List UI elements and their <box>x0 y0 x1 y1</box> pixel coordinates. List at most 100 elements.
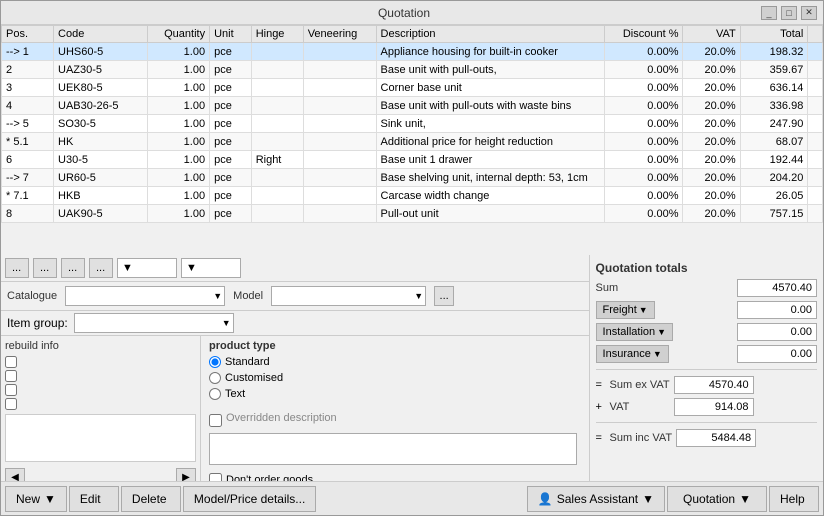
col-header-qty: Quantity <box>147 26 209 43</box>
sum-row: Sum 4570.40 <box>596 279 817 297</box>
item-group-select[interactable]: ▼ <box>74 313 234 333</box>
new-button[interactable]: New ▼ <box>5 486 67 512</box>
maximize-button[interactable]: □ <box>781 6 797 20</box>
rebuild-checkbox-2[interactable] <box>5 370 17 382</box>
rebuild-next-button[interactable]: ▶ <box>176 468 196 481</box>
rebuild-checkboxes <box>5 356 196 410</box>
col-header-veneer: Veneering <box>303 26 376 43</box>
cell-code: UR60-5 <box>54 169 148 187</box>
radio-standard-row: Standard <box>209 356 581 368</box>
toolbar-btn-1[interactable]: ... <box>5 258 29 278</box>
item-group-dropdown[interactable] <box>75 314 233 332</box>
cell-vat: 20.0% <box>683 43 740 61</box>
minimize-button[interactable]: _ <box>761 6 777 20</box>
sum-value: 4570.40 <box>737 279 817 297</box>
dont-order-label: Don't order goods <box>226 474 313 482</box>
right-panel: Quotation totals Sum 4570.40 Freight ▼ 0… <box>590 255 823 481</box>
cell-veneer <box>303 205 376 223</box>
cell-pos: * 5.1 <box>2 133 54 151</box>
table-row[interactable]: --> 7 UR60-5 1.00 pce Base shelving unit… <box>2 169 823 187</box>
cell-desc: Sink unit, <box>376 115 605 133</box>
col-header-hinge: Hinge <box>251 26 303 43</box>
cell-pad <box>808 187 823 205</box>
cell-qty: 1.00 <box>147 115 209 133</box>
cell-hinge <box>251 187 303 205</box>
rebuild-checkbox-1[interactable] <box>5 356 17 368</box>
toolbar-btn-3[interactable]: ... <box>61 258 85 278</box>
sales-assistant-button[interactable]: 👤 Sales Assistant ▼ <box>527 486 665 512</box>
cell-disc: 0.00% <box>605 151 683 169</box>
model-label: Model <box>233 290 263 302</box>
cell-total: 757.15 <box>740 205 808 223</box>
cell-code: U30-5 <box>54 151 148 169</box>
cell-disc: 0.00% <box>605 205 683 223</box>
insurance-value: 0.00 <box>737 345 817 363</box>
table-row[interactable]: --> 5 SO30-5 1.00 pce Sink unit, 0.00% 2… <box>2 115 823 133</box>
sum-ex-vat-value: 4570.40 <box>674 376 754 394</box>
rebuild-checkbox-3[interactable] <box>5 384 17 396</box>
quotation-button[interactable]: Quotation ▼ <box>667 486 767 512</box>
table-row[interactable]: * 5.1 HK 1.00 pce Additional price for h… <box>2 133 823 151</box>
table-row[interactable]: 2 UAZ30-5 1.00 pce Base unit with pull-o… <box>2 61 823 79</box>
overridden-textarea[interactable] <box>209 433 577 465</box>
edit-button[interactable]: Edit <box>69 486 119 512</box>
cell-pad <box>808 43 823 61</box>
quotation-table: Pos. Code Quantity Unit Hinge Veneering … <box>1 25 823 223</box>
table-row[interactable]: --> 1 UHS60-5 1.00 pce Appliance housing… <box>2 43 823 61</box>
model-dropdown[interactable] <box>272 287 425 305</box>
cell-qty: 1.00 <box>147 79 209 97</box>
table-row[interactable]: 4 UAB30-26-5 1.00 pce Base unit with pul… <box>2 97 823 115</box>
cell-pos: --> 1 <box>2 43 54 61</box>
cell-pos: 4 <box>2 97 54 115</box>
overridden-checkbox[interactable] <box>209 414 222 427</box>
cell-unit: pce <box>210 133 252 151</box>
help-button[interactable]: Help <box>769 486 819 512</box>
insurance-row: Insurance ▼ 0.00 <box>596 345 817 363</box>
table-row[interactable]: 3 UEK80-5 1.00 pce Corner base unit 0.00… <box>2 79 823 97</box>
radio-customised[interactable] <box>209 372 221 384</box>
cell-disc: 0.00% <box>605 169 683 187</box>
catalogue-dropdown[interactable] <box>66 287 224 305</box>
delete-button[interactable]: Delete <box>121 486 181 512</box>
table-row[interactable]: 8 UAK90-5 1.00 pce Pull-out unit 0.00% 2… <box>2 205 823 223</box>
left-panel: ... ... ... ... ▼ ▼ Catalogue <box>1 255 590 481</box>
sum-ex-vat-row: = Sum ex VAT 4570.40 <box>596 376 817 394</box>
catalogue-label: Catalogue <box>7 290 57 302</box>
rebuild-checkbox-4[interactable] <box>5 398 17 410</box>
model-ellipsis-button[interactable]: ... <box>434 286 454 306</box>
close-button[interactable]: ✕ <box>801 6 817 20</box>
dont-order-checkbox[interactable] <box>209 473 222 481</box>
cell-hinge <box>251 169 303 187</box>
cell-pad <box>808 97 823 115</box>
model-price-button[interactable]: Model/Price details... <box>183 486 316 512</box>
cell-vat: 20.0% <box>683 97 740 115</box>
model-select[interactable]: ▼ <box>271 286 426 306</box>
freight-button[interactable]: Freight ▼ <box>596 301 655 319</box>
radio-text[interactable] <box>209 388 221 400</box>
cell-qty: 1.00 <box>147 61 209 79</box>
catalogue-select[interactable]: ▼ <box>65 286 225 306</box>
cell-pos: * 7.1 <box>2 187 54 205</box>
toolbar-btn-4[interactable]: ... <box>89 258 113 278</box>
col-header-code: Code <box>54 26 148 43</box>
radio-standard[interactable] <box>209 356 221 368</box>
insurance-button[interactable]: Insurance ▼ <box>596 345 669 363</box>
cell-unit: pce <box>210 61 252 79</box>
installation-button[interactable]: Installation ▼ <box>596 323 674 341</box>
col-header-disc: Discount % <box>605 26 683 43</box>
col-header-total: Total <box>740 26 808 43</box>
table-row[interactable]: * 7.1 HKB 1.00 pce Carcase width change … <box>2 187 823 205</box>
toolbar-btn-2[interactable]: ... <box>33 258 57 278</box>
rebuild-prev-button[interactable]: ◀ <box>5 468 25 481</box>
sum-ex-vat-eq: = <box>596 379 606 391</box>
cell-desc: Carcase width change <box>376 187 605 205</box>
sum-inc-vat-value: 5484.48 <box>676 429 756 447</box>
table-row[interactable]: 6 U30-5 1.00 pce Right Base unit 1 drawe… <box>2 151 823 169</box>
cell-veneer <box>303 97 376 115</box>
quotation-totals-title: Quotation totals <box>596 261 817 275</box>
cell-hinge <box>251 205 303 223</box>
col-header-vat: VAT <box>683 26 740 43</box>
radio-standard-label: Standard <box>225 356 270 368</box>
table-scroll-area[interactable]: Pos. Code Quantity Unit Hinge Veneering … <box>1 25 823 255</box>
main-window: Quotation _ □ ✕ Pos. Code Quantity Unit … <box>0 0 824 516</box>
